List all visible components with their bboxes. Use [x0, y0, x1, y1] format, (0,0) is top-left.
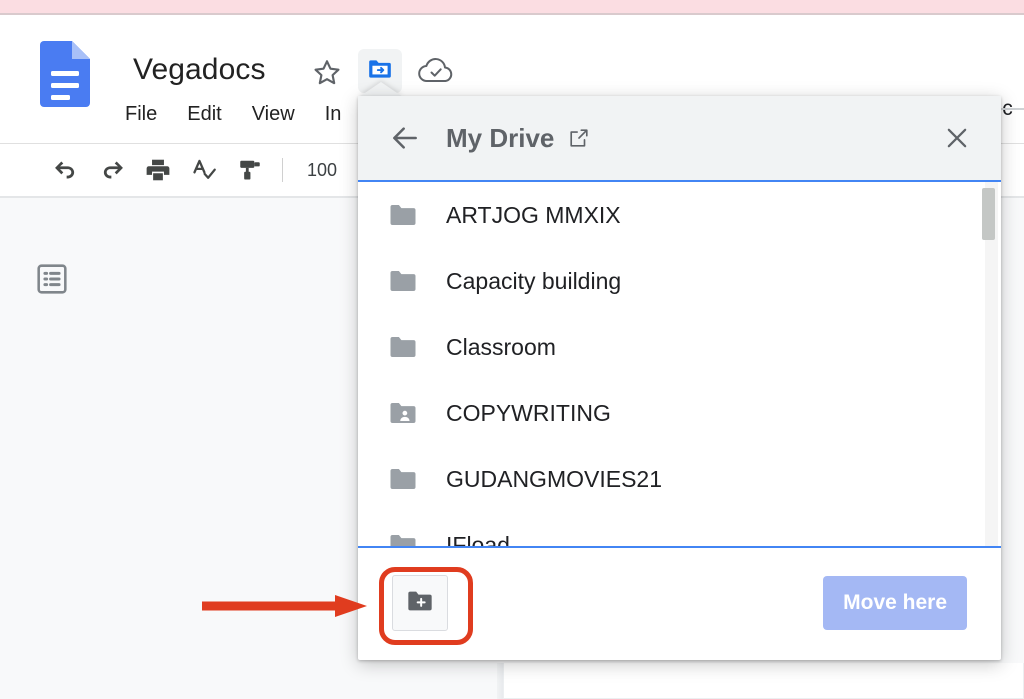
menu-item-edit[interactable]: Edit	[187, 103, 221, 126]
new-folder-wrap	[392, 575, 448, 631]
menu-item-file[interactable]: File	[125, 103, 157, 126]
dialog-footer: Move here	[358, 548, 1001, 658]
redo-button[interactable]	[94, 152, 130, 188]
menu-item-view[interactable]: View	[252, 103, 295, 126]
list-item[interactable]: GUDANGMOVIES21	[358, 446, 1001, 512]
screen-root: Vegadocs File Edit View In 100 My Drive …	[0, 0, 1024, 699]
folder-name: COPYWRITING	[446, 399, 611, 426]
folder-name: GUDANGMOVIES21	[446, 465, 662, 492]
folder-list[interactable]: ARTJOG MMXIX Capacity building Classroom	[358, 182, 1001, 548]
back-arrow-icon[interactable]	[388, 121, 422, 155]
folder-name: Classroom	[446, 333, 556, 360]
spellcheck-button[interactable]	[186, 152, 222, 188]
google-docs-logo[interactable]	[40, 41, 90, 107]
close-x-icon[interactable]	[941, 122, 973, 154]
menubar: File Edit View In	[125, 103, 341, 126]
dialog-title: My Drive	[446, 122, 555, 153]
document-title[interactable]: Vegadocs	[133, 53, 266, 87]
zoom-level[interactable]: 100	[307, 160, 337, 181]
folder-icon	[388, 530, 418, 546]
menu-item-insert[interactable]: In	[325, 103, 342, 126]
move-here-button[interactable]: Move here	[823, 576, 967, 630]
print-button[interactable]	[140, 152, 176, 188]
new-folder-button[interactable]	[392, 575, 448, 631]
cloud-check-icon[interactable]	[416, 57, 456, 87]
folder-shared-icon	[388, 398, 418, 428]
folder-name: Capacity building	[446, 267, 622, 294]
top-pink-band	[0, 0, 1024, 13]
star-outline-icon[interactable]	[311, 57, 343, 89]
folder-name: IFload	[446, 531, 510, 548]
new-folder-icon	[406, 587, 434, 620]
folder-list-scrollbar[interactable]	[982, 182, 998, 546]
dialog-header: My Drive	[358, 96, 1001, 182]
folder-icon	[388, 200, 418, 230]
document-page	[503, 663, 1024, 699]
folder-name: ARTJOG MMXIX	[446, 201, 621, 228]
list-item[interactable]: Classroom	[358, 314, 1001, 380]
folder-list-scroll-thumb[interactable]	[982, 188, 995, 240]
undo-button[interactable]	[48, 152, 84, 188]
list-item[interactable]: COPYWRITING	[358, 380, 1001, 446]
list-item[interactable]: ARTJOG MMXIX	[358, 182, 1001, 248]
open-in-new-icon[interactable]	[568, 127, 590, 149]
dialog-pointer	[359, 82, 403, 97]
folder-icon	[388, 332, 418, 362]
list-item[interactable]: Capacity building	[358, 248, 1001, 314]
folder-icon	[388, 266, 418, 296]
move-to-folder-dialog: My Drive ARTJOG MMXIX Capacity building …	[358, 96, 1001, 660]
list-item[interactable]: IFload	[358, 512, 1001, 548]
document-outline-icon[interactable]	[35, 262, 69, 296]
paint-format-button[interactable]	[232, 152, 268, 188]
folder-icon	[388, 464, 418, 494]
toolbar-divider	[282, 158, 283, 182]
